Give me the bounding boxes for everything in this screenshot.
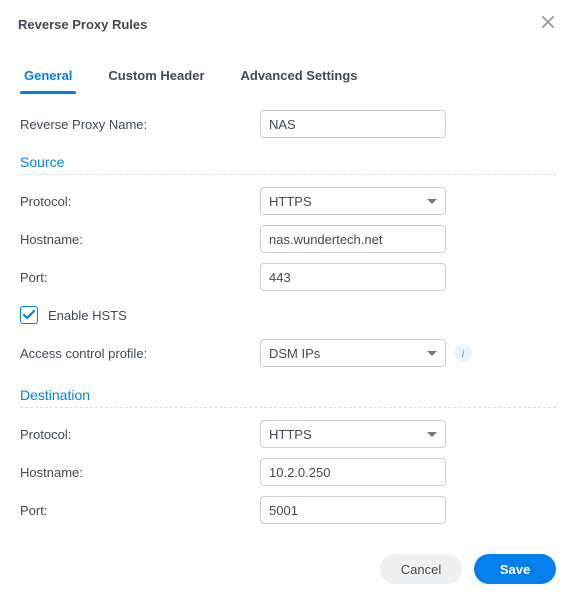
label-name: Reverse Proxy Name:: [20, 117, 260, 132]
section-destination-title: Destination: [20, 387, 556, 403]
label-dest-protocol: Protocol:: [20, 427, 260, 442]
row-enable-hsts: Enable HSTS: [20, 297, 556, 333]
dialog-body: General Custom Header Advanced Settings …: [0, 42, 576, 540]
source-hostname-input[interactable]: [260, 225, 446, 253]
dialog-title: Reverse Proxy Rules: [18, 17, 538, 32]
row-dest-protocol: Protocol: HTTPS: [20, 416, 556, 452]
tab-general[interactable]: General: [20, 60, 76, 93]
destination-hostname-input[interactable]: [260, 458, 446, 486]
row-access-control-profile: Access control profile: DSM IPs i: [20, 335, 556, 371]
label-source-protocol: Protocol:: [20, 194, 260, 209]
titlebar: Reverse Proxy Rules: [0, 0, 576, 42]
reverse-proxy-name-input[interactable]: [260, 110, 446, 138]
row-source-protocol: Protocol: HTTPS: [20, 183, 556, 219]
dest-protocol-value: HTTPS: [269, 427, 312, 442]
source-port-input[interactable]: [260, 263, 446, 291]
label-dest-port: Port:: [20, 503, 260, 518]
row-dest-port: Port:: [20, 492, 556, 528]
save-button[interactable]: Save: [474, 554, 556, 584]
label-dest-hostname: Hostname:: [20, 465, 260, 480]
source-protocol-value: HTTPS: [269, 194, 312, 209]
tab-custom-header[interactable]: Custom Header: [104, 60, 208, 93]
divider: [20, 407, 556, 408]
divider: [20, 174, 556, 175]
row-source-hostname: Hostname:: [20, 221, 556, 257]
reverse-proxy-dialog: Reverse Proxy Rules General Custom Heade…: [0, 0, 576, 602]
row-name: Reverse Proxy Name:: [20, 106, 556, 142]
close-icon[interactable]: [538, 12, 558, 36]
enable-hsts-checkbox[interactable]: [20, 306, 38, 324]
dialog-footer: Cancel Save: [0, 540, 576, 602]
acp-value: DSM IPs: [269, 346, 320, 361]
check-icon: [23, 310, 35, 320]
enable-hsts-label: Enable HSTS: [48, 308, 127, 323]
chevron-down-icon: [427, 199, 437, 204]
cancel-button[interactable]: Cancel: [380, 554, 462, 584]
tab-advanced-settings[interactable]: Advanced Settings: [237, 60, 362, 93]
section-source-title: Source: [20, 154, 556, 170]
access-control-profile-select[interactable]: DSM IPs: [260, 339, 446, 367]
destination-port-input[interactable]: [260, 496, 446, 524]
label-source-port: Port:: [20, 270, 260, 285]
source-protocol-select[interactable]: HTTPS: [260, 187, 446, 215]
chevron-down-icon: [427, 351, 437, 356]
row-source-port: Port:: [20, 259, 556, 295]
label-acp: Access control profile:: [20, 346, 260, 361]
info-icon[interactable]: i: [454, 344, 472, 362]
row-dest-hostname: Hostname:: [20, 454, 556, 490]
destination-protocol-select[interactable]: HTTPS: [260, 420, 446, 448]
label-source-hostname: Hostname:: [20, 232, 260, 247]
tabs: General Custom Header Advanced Settings: [20, 60, 556, 94]
chevron-down-icon: [427, 432, 437, 437]
